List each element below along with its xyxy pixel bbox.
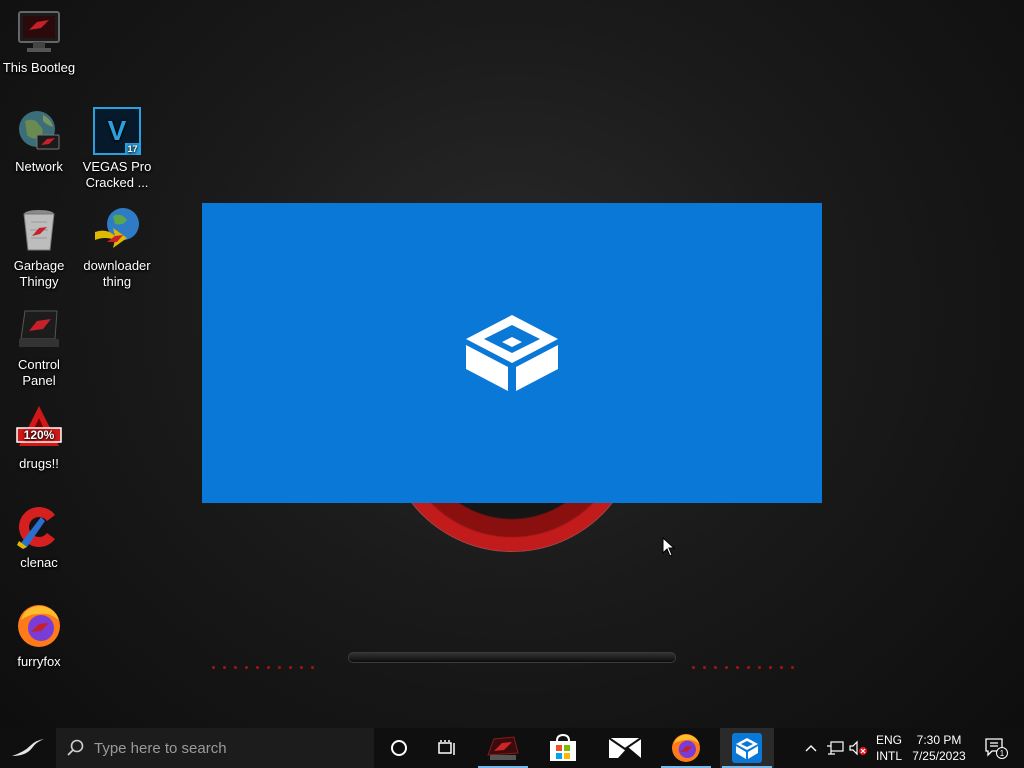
wallpaper-bar — [348, 652, 676, 663]
volume-button[interactable] — [846, 728, 870, 768]
ccleaner-icon — [15, 503, 63, 551]
volume-muted-icon — [849, 740, 867, 756]
sandbox-box-icon — [466, 315, 558, 391]
task-view-button[interactable] — [420, 728, 474, 768]
desktop-icon-label: Network — [15, 159, 63, 174]
desktop-icon-vegas-pro[interactable]: V 17 VEGAS Pro Cracked ... — [78, 107, 156, 191]
search-placeholder: Type here to search — [94, 739, 227, 757]
download-manager-icon — [93, 206, 141, 254]
desktop-icon-label: drugs!! — [19, 456, 59, 471]
desktop-icon-label: clenac — [20, 555, 58, 570]
desktop: This Bootleg Network V 17 VEGAS Pro Crac… — [0, 0, 1024, 728]
clock-date: 7/25/2023 — [912, 749, 966, 763]
taskbar-app-store[interactable] — [536, 728, 590, 768]
sandbox-box-icon — [732, 733, 762, 763]
keyboard-layout: INTL — [875, 749, 902, 763]
notification-icon: 1 — [985, 738, 1008, 759]
rog-app-icon — [487, 736, 519, 760]
alcohol-badge: 120% — [24, 428, 55, 442]
tray-overflow-button[interactable] — [800, 728, 822, 768]
taskbar-app-rog[interactable] — [476, 728, 530, 768]
sandbox-splash — [202, 203, 822, 503]
notification-count: 1 — [1000, 749, 1005, 758]
desktop-icon-ccleaner[interactable]: clenac — [0, 503, 78, 571]
mail-envelope-icon — [608, 737, 642, 758]
desktop-icon-firefox[interactable]: furryfox — [0, 602, 78, 670]
chevron-up-icon — [805, 745, 817, 752]
wallpaper-dots-right — [692, 656, 802, 669]
firefox-icon — [15, 602, 63, 650]
svg-text:V: V — [108, 115, 127, 146]
vegas-pro-icon: V 17 — [93, 107, 141, 155]
wallpaper-dots-left — [212, 656, 322, 669]
clock[interactable]: 7:30 PM 7/25/2023 — [908, 728, 970, 768]
desktop-icon-control-panel[interactable]: Control Panel — [0, 305, 78, 389]
taskbar-app-mail[interactable] — [598, 728, 652, 768]
search-box[interactable]: Type here to search — [56, 728, 374, 768]
firefox-icon — [672, 734, 700, 762]
clock-time: 7:30 PM — [916, 733, 962, 747]
desktop-icon-this-pc[interactable]: This Bootleg — [0, 8, 78, 76]
desktop-icon-recycle-bin[interactable]: Garbage Thingy — [0, 206, 78, 290]
desktop-icon-downloader[interactable]: downloader thing — [78, 206, 156, 290]
alcohol-120-icon: 120% — [15, 404, 63, 452]
cortana-button[interactable] — [372, 728, 426, 768]
desktop-icon-alcohol[interactable]: 120% drugs!! — [0, 404, 78, 472]
action-center-button[interactable]: 1 — [976, 728, 1016, 768]
taskbar-app-sandbox[interactable] — [720, 728, 774, 768]
start-logo-icon — [12, 739, 44, 756]
language-indicator[interactable]: ENG INTL — [872, 728, 906, 768]
desktop-icon-label: downloader thing — [83, 258, 151, 289]
taskbar-app-firefox[interactable] — [659, 728, 713, 768]
taskbar: Type here to search ENG INTL 7:30 PM 7/2… — [0, 728, 1024, 768]
store-bag-icon — [550, 733, 576, 761]
desktop-icon-label: VEGAS Pro Cracked ... — [82, 159, 152, 190]
desktop-icon-label: furryfox — [17, 654, 61, 669]
cortana-circle-icon — [391, 740, 407, 756]
network-globe-icon — [15, 107, 63, 155]
desktop-icon-label: Garbage Thingy — [13, 258, 65, 289]
task-view-icon — [438, 740, 455, 755]
computer-icon — [15, 8, 63, 56]
network-disconnected-icon — [827, 741, 844, 755]
search-icon — [67, 739, 84, 756]
language-code: ENG — [875, 733, 902, 747]
control-panel-icon — [15, 305, 63, 353]
desktop-icon-network[interactable]: Network — [0, 107, 78, 175]
network-status-button[interactable] — [824, 728, 846, 768]
desktop-icon-label: This Bootleg — [2, 60, 76, 75]
vegas-badge: 17 — [127, 144, 137, 154]
mouse-cursor-icon — [662, 537, 676, 557]
desktop-icon-label: Control Panel — [18, 357, 60, 388]
recycle-bin-icon — [15, 206, 63, 254]
start-button[interactable] — [0, 728, 56, 768]
